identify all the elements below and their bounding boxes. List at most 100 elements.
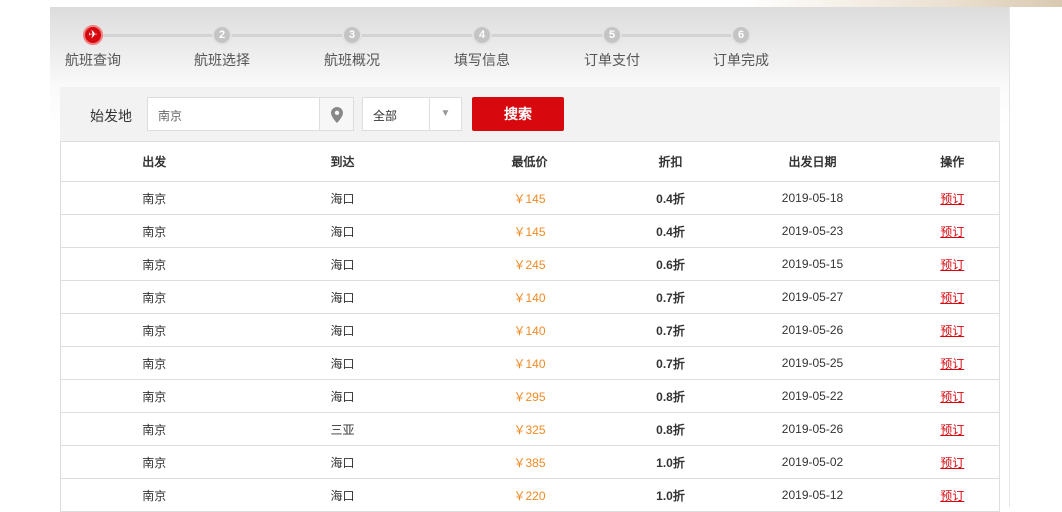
cell-price: ￥140 — [437, 313, 622, 347]
step-3: 3 航班概况 — [312, 25, 392, 70]
step-number: 3 — [342, 25, 362, 45]
cell-to: 海口 — [247, 247, 438, 281]
progress-steps: ✈ 航班查询 2 航班选择 3 航班概况 4 填写信息 5 订单支付 6 订单完成 — [50, 7, 1010, 87]
book-link[interactable]: 预订 — [940, 324, 964, 338]
cell-from: 南京 — [60, 247, 248, 281]
cell-to: 三亚 — [247, 412, 438, 446]
book-link[interactable]: 预订 — [940, 225, 964, 239]
cell-action: 预订 — [905, 379, 1000, 413]
type-value: 全部 — [373, 109, 398, 123]
table-row: 南京 海口 ￥140 0.7折 2019-05-26 预订 — [60, 313, 1000, 347]
plane-icon: ✈ — [83, 25, 103, 45]
book-link[interactable]: 预订 — [940, 291, 964, 305]
cell-price: ￥145 — [437, 181, 622, 215]
cell-date: 2019-05-25 — [719, 346, 906, 380]
cell-discount: 0.8折 — [621, 379, 720, 413]
step-label: 订单完成 — [713, 52, 769, 68]
cell-price: ￥325 — [437, 412, 622, 446]
cell-action: 预订 — [905, 280, 1000, 314]
cell-to: 海口 — [247, 181, 438, 215]
cell-action: 预订 — [905, 412, 1000, 446]
cell-date: 2019-05-26 — [719, 412, 906, 446]
type-select[interactable]: 全部 ▼ — [362, 97, 462, 131]
step-6: 6 订单完成 — [701, 25, 781, 70]
step-1: ✈ 航班查询 — [53, 25, 133, 70]
cell-date: 2019-05-18 — [719, 181, 906, 215]
cell-to: 海口 — [247, 313, 438, 347]
cell-action: 预订 — [905, 214, 1000, 248]
cell-price: ￥140 — [437, 280, 622, 314]
flights-table: 出发 到达 最低价 折扣 出发日期 操作 南京 海口 ￥145 0.4折 2019-05… — [60, 141, 1000, 512]
cell-to: 海口 — [247, 445, 438, 479]
book-link[interactable]: 预订 — [940, 258, 964, 272]
cell-action: 预订 — [905, 313, 1000, 347]
cell-from: 南京 — [60, 181, 248, 215]
cell-price: ￥140 — [437, 346, 622, 380]
col-date: 出发日期 — [788, 155, 837, 169]
table-row: 南京 海口 ￥385 1.0折 2019-05-02 预订 — [60, 445, 1000, 479]
book-link[interactable]: 预订 — [940, 489, 964, 503]
top-decoration — [0, 0, 1062, 7]
cell-action: 预订 — [905, 247, 1000, 281]
cell-date: 2019-05-23 — [719, 214, 906, 248]
step-number: 2 — [212, 25, 232, 45]
cell-from: 南京 — [60, 280, 248, 314]
cell-date: 2019-05-15 — [719, 247, 906, 281]
cell-discount: 1.0折 — [621, 445, 720, 479]
table-row: 南京 海口 ￥145 0.4折 2019-05-23 预订 — [60, 214, 1000, 248]
cell-from: 南京 — [60, 412, 248, 446]
step-label: 航班概况 — [324, 52, 380, 68]
location-pin-icon[interactable] — [319, 98, 353, 130]
table-row: 南京 海口 ￥295 0.8折 2019-05-22 预订 — [60, 379, 1000, 413]
table-row: 南京 三亚 ￥325 0.8折 2019-05-26 预订 — [60, 412, 1000, 446]
col-action: 操作 — [940, 155, 965, 169]
cell-from: 南京 — [60, 445, 248, 479]
book-link[interactable]: 预订 — [940, 456, 964, 470]
cell-price: ￥295 — [437, 379, 622, 413]
book-link[interactable]: 预订 — [940, 192, 964, 206]
col-from: 出发 — [142, 155, 167, 169]
cell-action: 预订 — [905, 181, 1000, 215]
step-label: 航班选择 — [194, 52, 250, 68]
cell-to: 海口 — [247, 214, 438, 248]
cell-action: 预订 — [905, 445, 1000, 479]
step-number: 4 — [472, 25, 492, 45]
cell-discount: 0.7折 — [621, 280, 720, 314]
cell-action: 预订 — [905, 346, 1000, 380]
cell-date: 2019-05-22 — [719, 379, 906, 413]
col-to: 到达 — [330, 155, 355, 169]
search-bar: 始发地 南京 全部 ▼ 搜索 — [60, 87, 1000, 141]
cell-discount: 0.7折 — [621, 346, 720, 380]
cell-to: 海口 — [247, 280, 438, 314]
cell-discount: 0.4折 — [621, 181, 720, 215]
chevron-down-icon[interactable]: ▼ — [429, 98, 461, 130]
cell-price: ￥385 — [437, 445, 622, 479]
step-label: 航班查询 — [65, 52, 121, 68]
cell-price: ￥245 — [437, 247, 622, 281]
search-button[interactable]: 搜索 — [472, 97, 564, 131]
origin-value: 南京 — [158, 109, 183, 123]
cell-from: 南京 — [60, 214, 248, 248]
cell-date: 2019-05-27 — [719, 280, 906, 314]
step-label: 订单支付 — [584, 52, 640, 68]
origin-label: 始发地 — [90, 108, 132, 124]
book-link[interactable]: 预订 — [940, 390, 964, 404]
table-row: 南京 海口 ￥245 0.6折 2019-05-15 预订 — [60, 247, 1000, 281]
col-price: 最低价 — [511, 155, 548, 169]
table-header: 出发 到达 最低价 折扣 出发日期 操作 — [61, 142, 1000, 182]
cell-price: ￥145 — [437, 214, 622, 248]
cell-discount: 0.6折 — [621, 247, 720, 281]
origin-input[interactable]: 南京 — [147, 97, 354, 131]
book-link[interactable]: 预订 — [940, 423, 964, 437]
book-link[interactable]: 预订 — [940, 357, 964, 371]
cell-discount: 0.8折 — [621, 412, 720, 446]
table-row: 南京 海口 ￥140 0.7折 2019-05-25 预订 — [60, 346, 1000, 380]
booking-panel: ✈ 航班查询 2 航班选择 3 航班概况 4 填写信息 5 订单支付 6 订单完成 始发地 … — [50, 7, 1010, 512]
cell-discount: 0.4折 — [621, 214, 720, 248]
step-2: 2 航班选择 — [182, 25, 262, 70]
col-discount: 折扣 — [658, 155, 683, 169]
cell-from: 南京 — [60, 346, 248, 380]
step-number: 5 — [602, 25, 622, 45]
step-number: 6 — [731, 25, 751, 45]
table-row: 南京 海口 ￥140 0.7折 2019-05-27 预订 — [60, 280, 1000, 314]
